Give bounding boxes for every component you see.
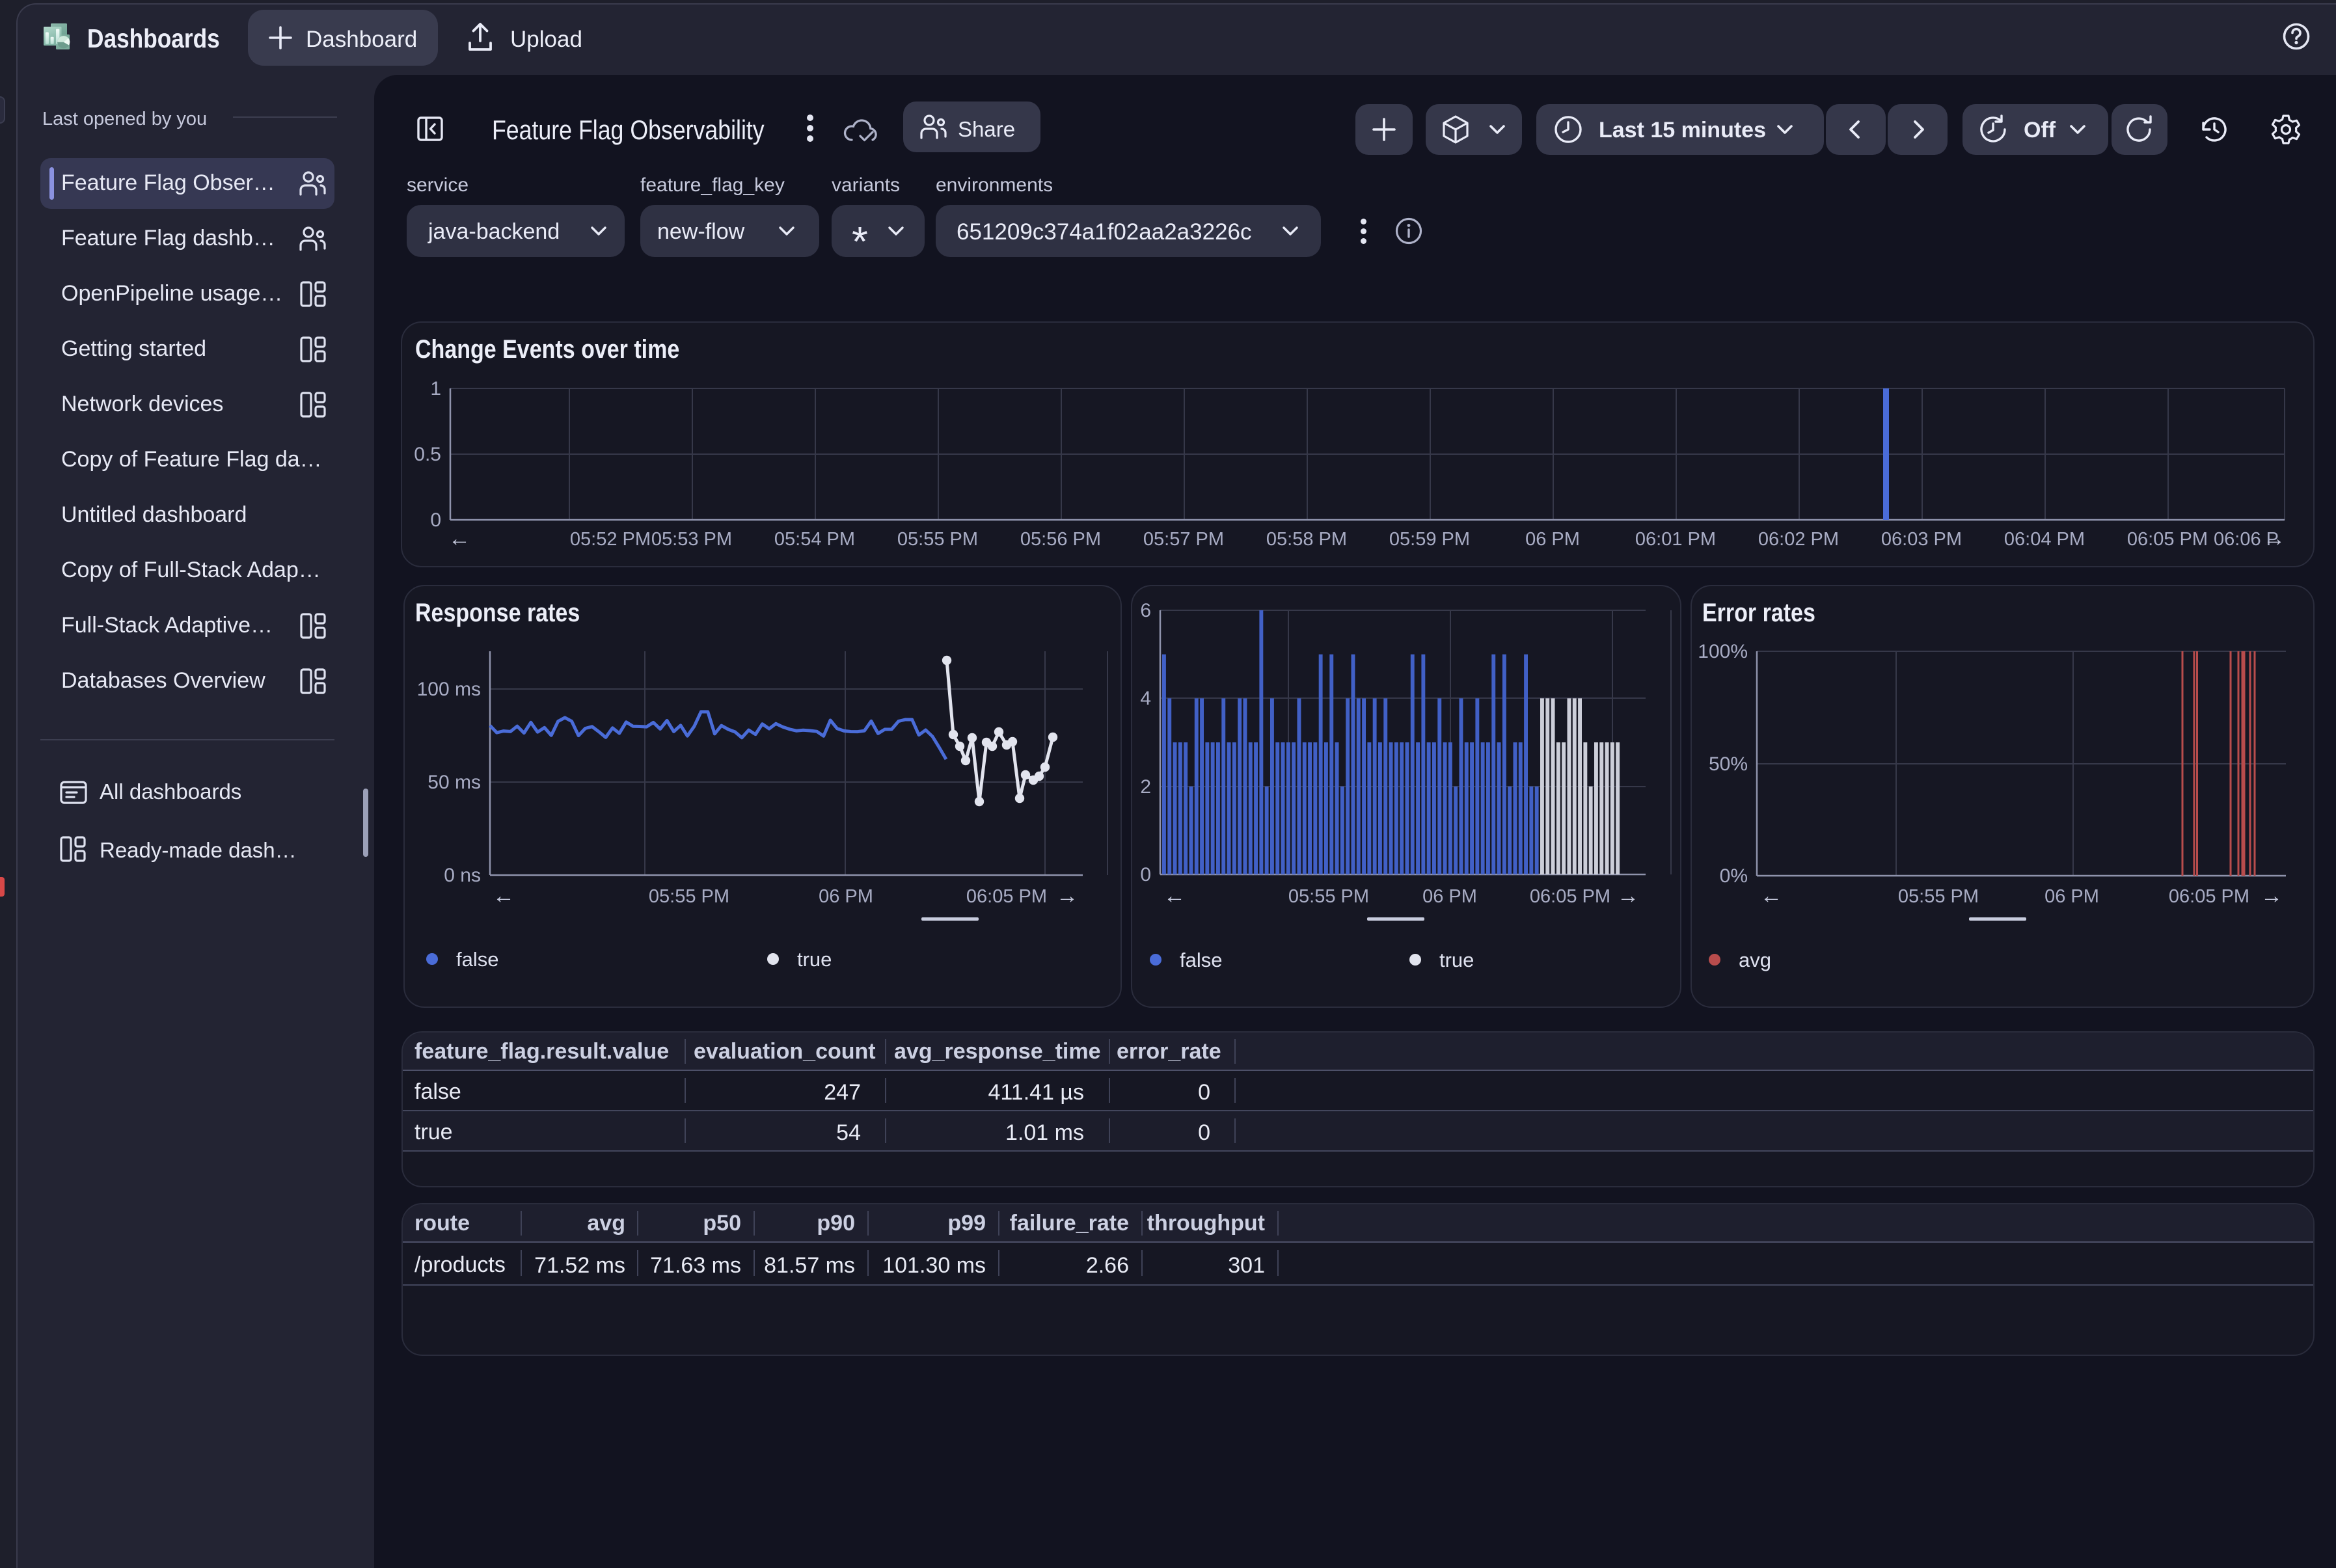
svg-text:6: 6	[1140, 600, 1151, 621]
svg-text:2: 2	[1140, 776, 1151, 798]
svg-text:06:02 PM: 06:02 PM	[1758, 529, 1839, 550]
svg-text:06 PM: 06 PM	[1525, 529, 1580, 550]
svg-text:0 ns: 0 ns	[444, 865, 481, 886]
svg-text:0: 0	[1140, 864, 1151, 885]
svg-text:→: →	[1056, 884, 1078, 908]
svg-text:05:59 PM: 05:59 PM	[1389, 529, 1470, 550]
svg-text:06:05 PM: 06:05 PM	[966, 886, 1047, 907]
svg-text:06:05 PM: 06:05 PM	[1530, 886, 1610, 907]
svg-text:false: false	[1180, 949, 1222, 971]
svg-text:06:03 PM: 06:03 PM	[1881, 529, 1962, 550]
svg-text:0.5: 0.5	[414, 444, 441, 465]
svg-text:06:05 PM: 06:05 PM	[2169, 886, 2249, 907]
svg-text:→: →	[1617, 884, 1639, 908]
svg-text:←: ←	[1163, 884, 1186, 908]
svg-text:06 PM: 06 PM	[819, 886, 873, 907]
svg-text:100%: 100%	[1698, 641, 1748, 662]
svg-text:1: 1	[430, 378, 441, 399]
svg-text:05:55 PM: 05:55 PM	[1288, 886, 1369, 907]
svg-text:←: ←	[1760, 884, 1782, 908]
svg-text:←: ←	[493, 884, 515, 908]
svg-text:→: →	[2263, 526, 2285, 551]
svg-text:4: 4	[1140, 688, 1151, 709]
svg-text:05:55 PM: 05:55 PM	[1898, 886, 1979, 907]
svg-text:06:04 PM: 06:04 PM	[2004, 529, 2085, 550]
svg-text:05:58 PM: 05:58 PM	[1266, 529, 1347, 550]
svg-text:true: true	[797, 948, 832, 971]
svg-text:avg: avg	[1739, 949, 1771, 971]
svg-text:→: →	[2261, 884, 2283, 908]
svg-text:05:54 PM: 05:54 PM	[774, 529, 855, 550]
svg-text:05:55 PM: 05:55 PM	[897, 529, 978, 550]
svg-text:100 ms: 100 ms	[417, 679, 481, 700]
svg-text:05:52 PM: 05:52 PM	[570, 529, 651, 550]
svg-text:50%: 50%	[1709, 753, 1748, 775]
svg-text:06 PM: 06 PM	[2044, 886, 2099, 907]
svg-text:06:05 PM: 06:05 PM	[2127, 529, 2208, 550]
svg-text:←: ←	[448, 526, 470, 551]
svg-text:true: true	[1439, 949, 1474, 971]
svg-text:05:55 PM: 05:55 PM	[649, 886, 729, 907]
svg-text:50 ms: 50 ms	[428, 772, 481, 793]
svg-text:false: false	[456, 948, 498, 971]
svg-text:06 PM: 06 PM	[1422, 886, 1477, 907]
svg-text:0: 0	[430, 509, 441, 531]
svg-text:0%: 0%	[1720, 865, 1748, 887]
svg-text:06:01 PM: 06:01 PM	[1635, 529, 1716, 550]
svg-text:05:57 PM: 05:57 PM	[1143, 529, 1224, 550]
svg-text:05:53 PM: 05:53 PM	[651, 529, 732, 550]
svg-text:05:56 PM: 05:56 PM	[1020, 529, 1101, 550]
